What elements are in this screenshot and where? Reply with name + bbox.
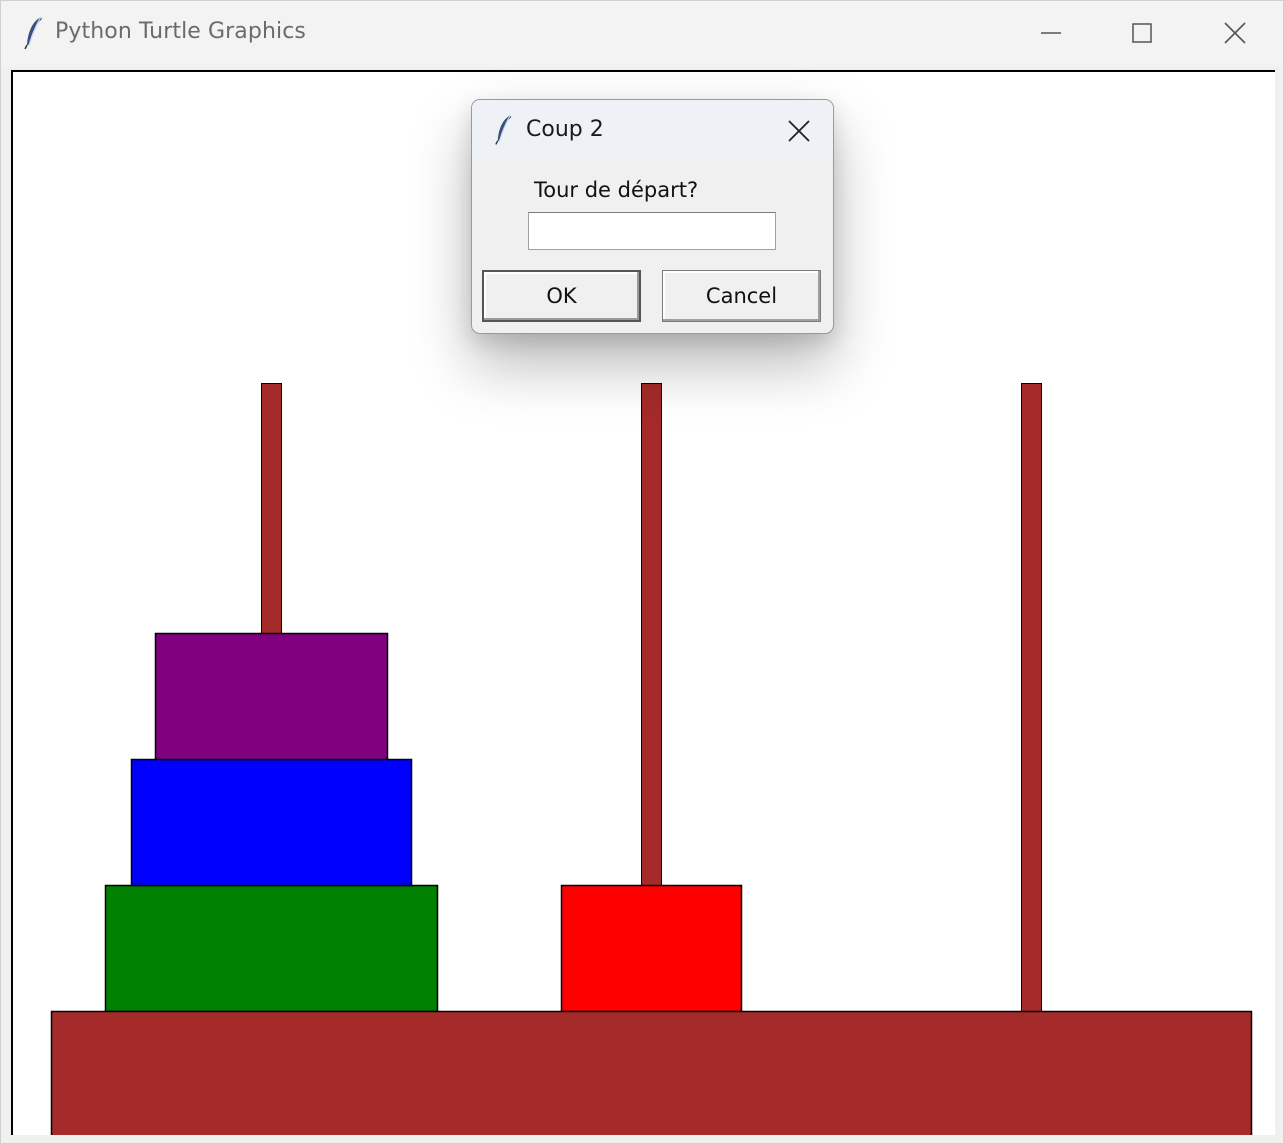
dialog-titlebar[interactable]: Coup 2 [472, 100, 833, 160]
disk-blue [130, 758, 413, 887]
input-dialog: Coup 2 Tour de départ? OK Cancel [471, 99, 834, 334]
disk-purple [154, 632, 389, 761]
window-title: Python Turtle Graphics [55, 19, 306, 44]
tk-feather-icon [24, 16, 42, 49]
dialog-prompt: Tour de départ? [534, 178, 699, 202]
dialog-close-button[interactable] [778, 110, 818, 150]
dialog-title: Coup 2 [526, 117, 604, 142]
maximize-icon [1132, 23, 1152, 43]
close-button[interactable] [1205, 11, 1265, 55]
maximize-button[interactable] [1112, 11, 1172, 55]
disk-red [560, 884, 743, 1013]
minimize-button[interactable] [1021, 11, 1081, 55]
tk-feather-icon [495, 115, 512, 145]
window-titlebar[interactable]: Python Turtle Graphics [1, 1, 1283, 67]
close-icon [788, 120, 810, 142]
close-icon [1224, 22, 1246, 44]
disk-green [104, 884, 439, 1013]
tower-base [50, 1010, 1253, 1135]
cancel-button[interactable]: Cancel [662, 270, 821, 322]
tower-input[interactable] [528, 212, 776, 250]
minimize-icon [1041, 32, 1061, 34]
peg-right [1021, 383, 1042, 1013]
ok-button[interactable]: OK [482, 270, 641, 322]
